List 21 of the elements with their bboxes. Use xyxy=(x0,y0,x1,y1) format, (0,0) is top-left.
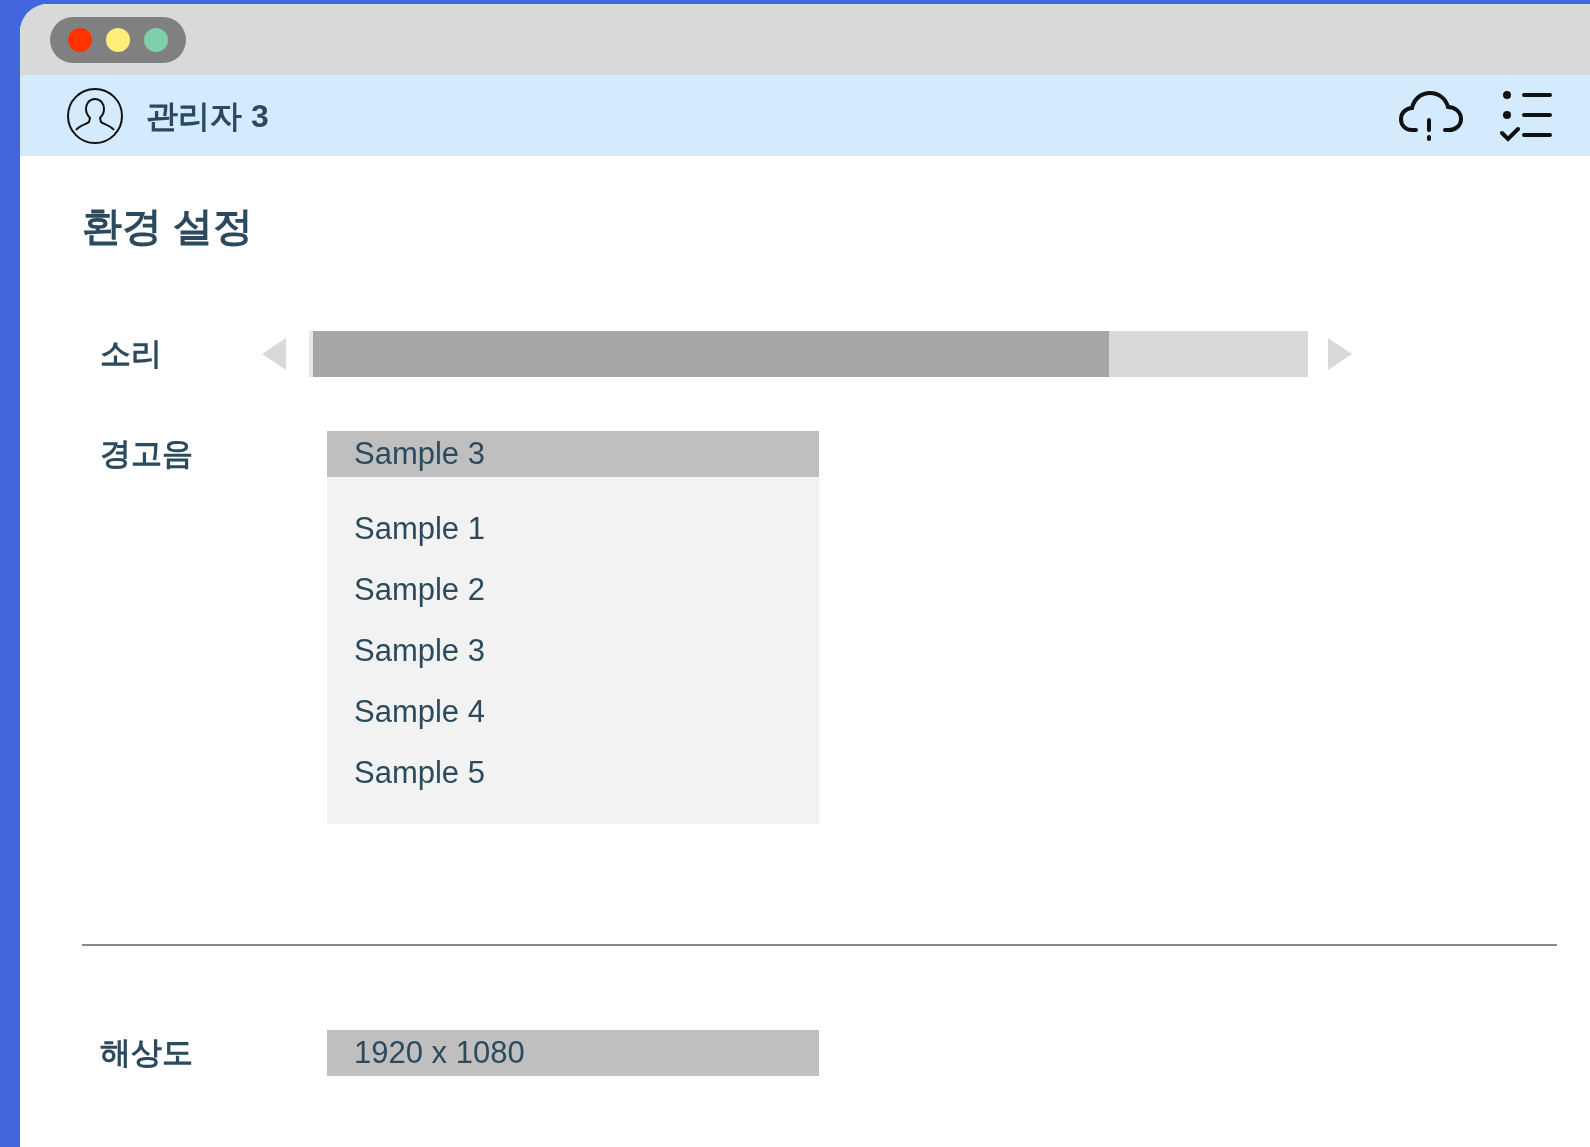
checklist-icon[interactable] xyxy=(1500,88,1554,143)
cloud-alert-icon[interactable] xyxy=(1398,89,1464,142)
decrease-arrow-icon[interactable] xyxy=(262,338,286,370)
maximize-button[interactable] xyxy=(144,27,168,52)
user-avatar-icon[interactable] xyxy=(66,86,124,145)
user-name: 관리자 3 xyxy=(146,96,269,136)
dropdown-option[interactable]: Sample 4 xyxy=(327,682,819,743)
resolution-dropdown[interactable]: 1920 x 1080 xyxy=(327,1030,819,1077)
volume-slider[interactable] xyxy=(309,331,1308,377)
minimize-button[interactable] xyxy=(106,27,130,52)
alert-sound-label: 경고음 xyxy=(99,435,194,473)
dropdown-option[interactable]: Sample 3 xyxy=(327,621,819,682)
close-button[interactable] xyxy=(68,27,92,52)
resolution-label: 해상도 xyxy=(99,1034,194,1072)
page-title: 환경 설정 xyxy=(82,203,255,250)
alert-sound-dropdown[interactable]: Sample 3 xyxy=(327,431,819,477)
dropdown-option[interactable]: Sample 5 xyxy=(327,743,819,804)
sound-label: 소리 xyxy=(99,334,163,373)
increase-arrow-icon[interactable] xyxy=(1328,338,1352,370)
dropdown-option[interactable]: Sample 1 xyxy=(327,499,819,560)
dropdown-option[interactable]: Sample 2 xyxy=(327,560,819,621)
